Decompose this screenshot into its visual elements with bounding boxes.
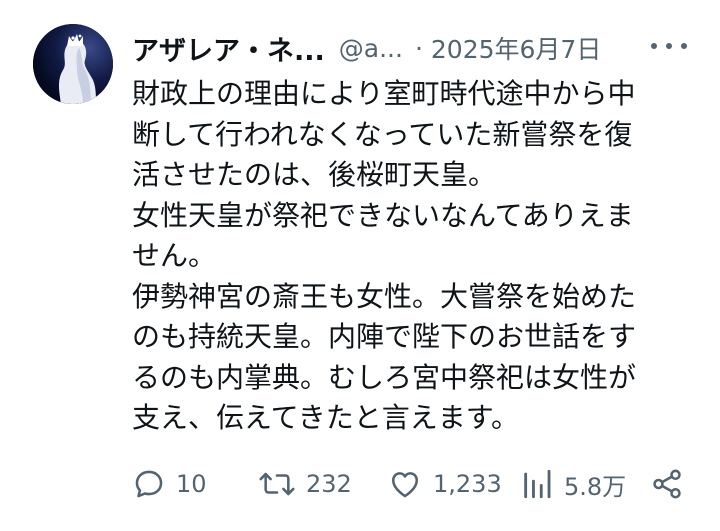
share-button[interactable] [650,464,684,504]
reply-button[interactable]: 10 [132,464,207,504]
author-name[interactable]: アザレア・ネ... [132,29,325,68]
repost-icon [259,472,295,496]
like-button[interactable]: 1,233 [387,464,502,504]
post-line: 伊勢神宮の斎王も女性。大嘗祭を始めた [132,279,637,313]
author-handle[interactable]: @a... [339,34,403,63]
post-line: るのも内掌典。むしろ宮中祭祀は女性が [132,360,637,394]
like-count: 1,233 [433,470,502,498]
more-dots-icon[interactable] [651,34,687,58]
avatar[interactable] [33,24,113,104]
post-body: 財政上の理由により室町時代途中から中 断して行われなくなっていた新嘗祭を復 活さ… [132,74,692,439]
share-icon [653,469,681,499]
action-bar: 10 232 1,233 5.8万 [132,464,692,504]
views-button[interactable]: 5.8万 [520,464,626,504]
views-bar-icon [524,469,551,499]
reply-count: 10 [176,470,207,498]
reply-icon [135,470,163,498]
post-line: 女性天皇が祭祀できないなんてありえま [132,198,634,232]
post-line: のも持統天皇。内陣で陛下のお世話をす [132,320,637,353]
avatar-image [33,24,113,104]
post-line: せん。 [132,239,217,272]
post-header: アザレア・ネ... @a... · 2025年6月7日 [132,28,601,68]
post-line: 支え、伝えてきたと言えます。 [132,401,519,434]
header-separator: · [414,33,423,63]
post-date[interactable]: 2025年6月7日 [431,30,601,66]
post-line: 活させたのは、後桜町天皇。 [132,158,497,191]
heart-icon [391,472,419,498]
repost-count: 232 [306,470,352,498]
post-line: 財政上の理由により室町時代途中から中 [132,77,636,110]
repost-button[interactable]: 232 [258,464,352,504]
views-count: 5.8万 [564,472,627,501]
post-line: 断して行われなくなっていた新嘗祭を復 [132,117,633,151]
